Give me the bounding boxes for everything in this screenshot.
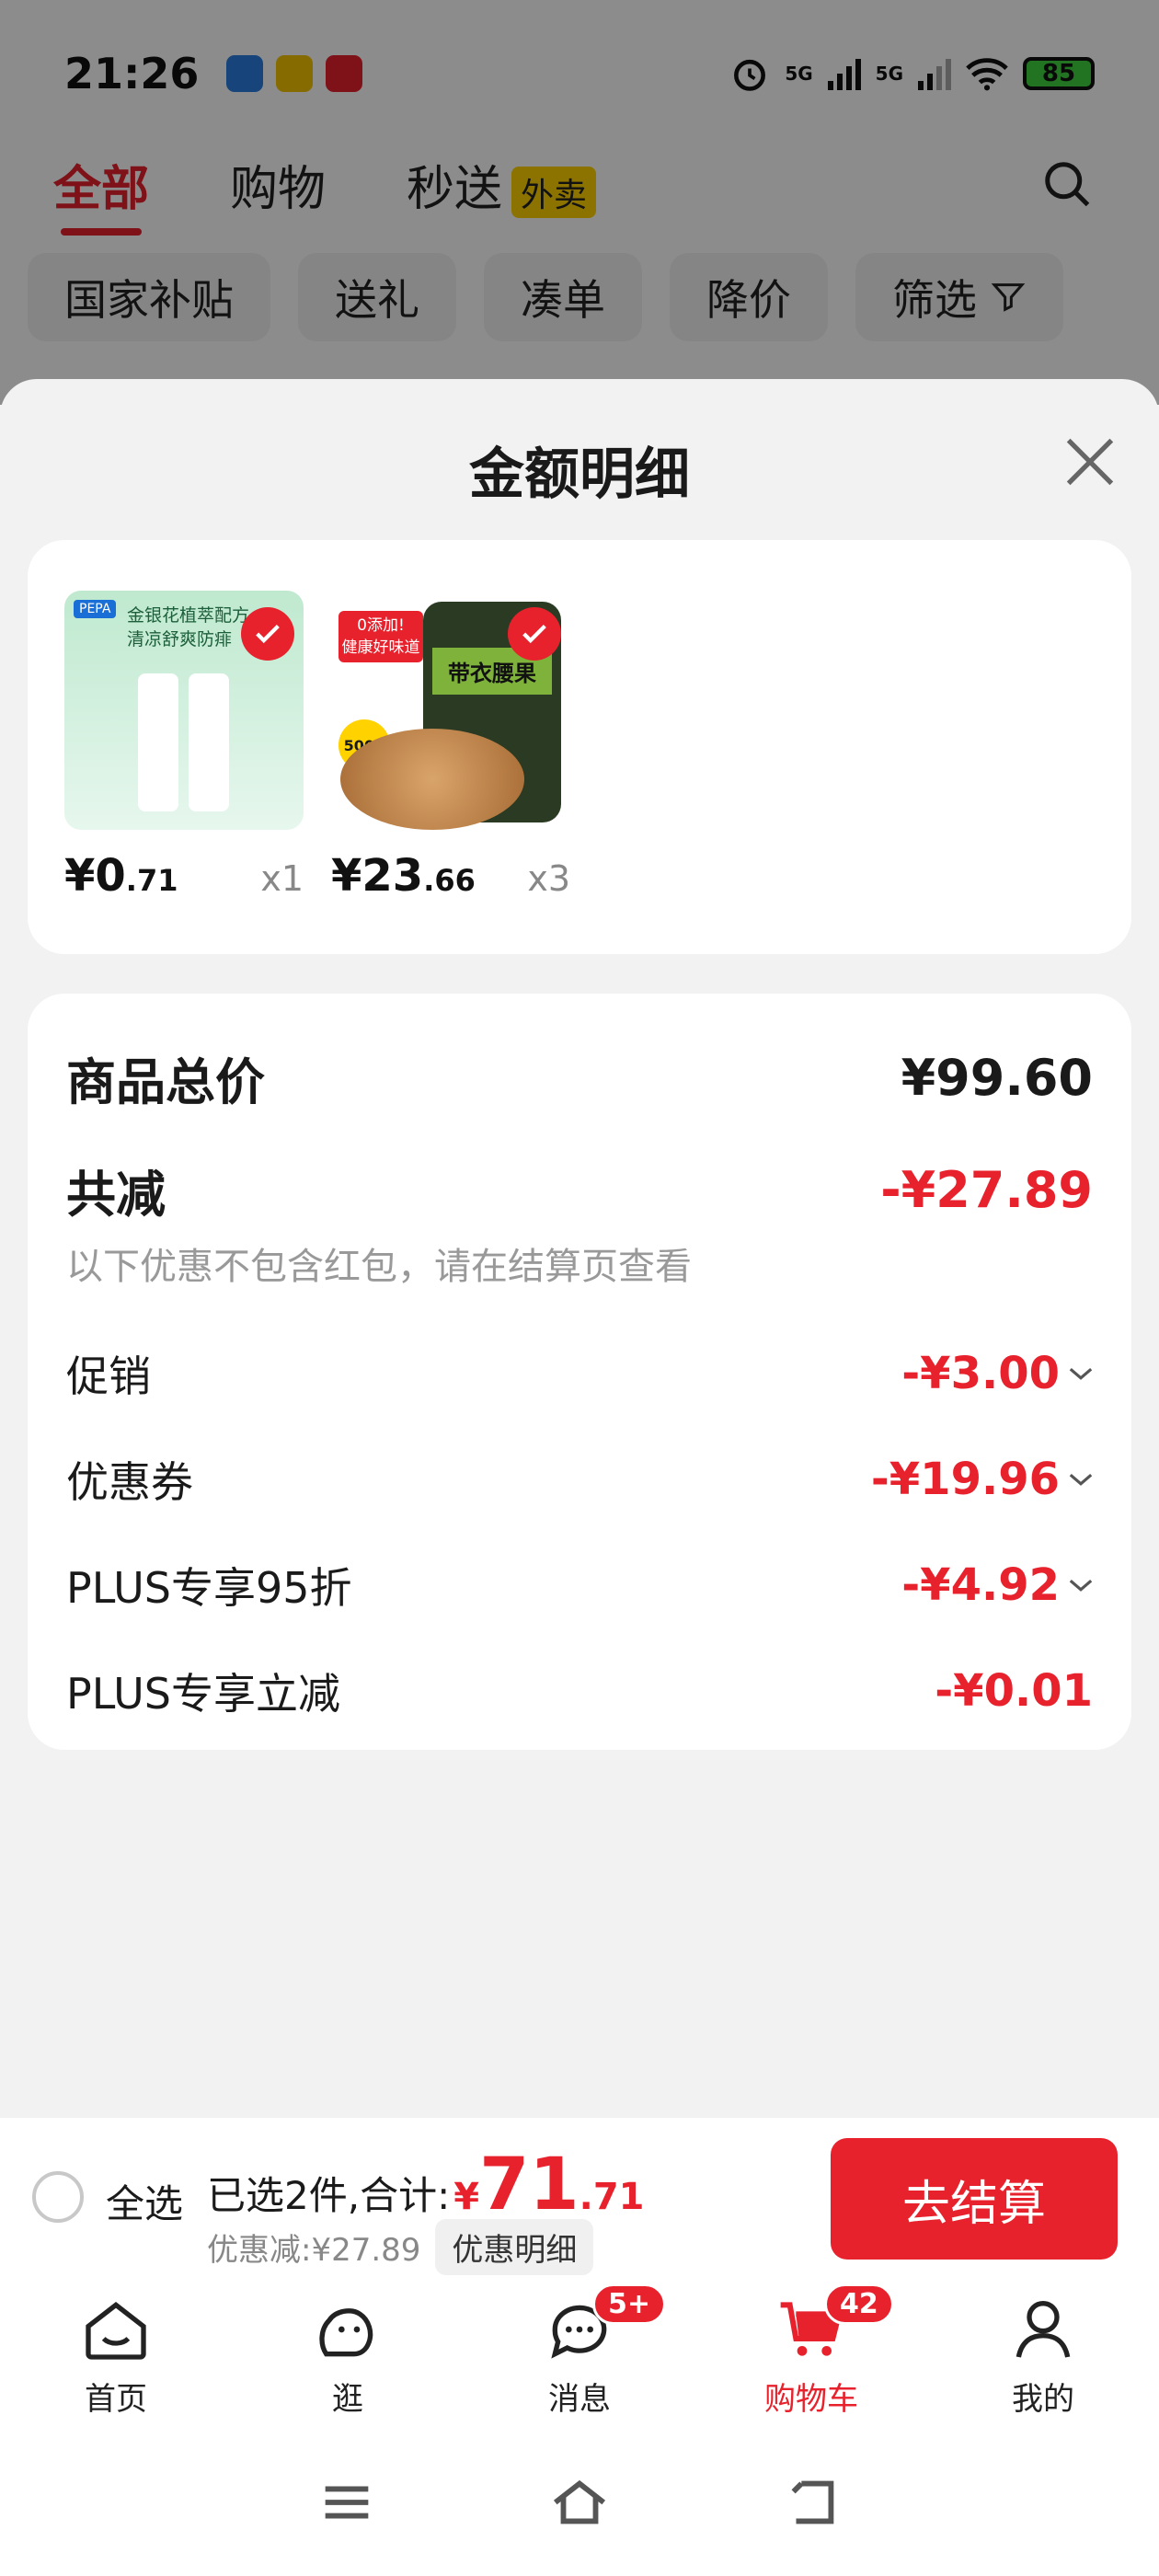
- tab-browse[interactable]: 逛: [232, 2282, 464, 2429]
- back-icon[interactable]: [780, 2470, 844, 2535]
- system-nav-bar: [0, 2429, 1159, 2576]
- product-item[interactable]: 0添加! 健康好味道 500g 带衣腰果 ¥23.66 x3: [331, 591, 570, 902]
- product-price-row: ¥0.71 x1: [64, 850, 304, 902]
- menu-icon[interactable]: [315, 2470, 379, 2535]
- tab-label: 我的: [1012, 2381, 1074, 2418]
- discount-label: PLUS专享95折: [66, 1563, 352, 1613]
- reduce-row: 共减 -¥27.89: [66, 1154, 1093, 1226]
- discount-row-coupon[interactable]: 优惠券 -¥19.96: [66, 1449, 1093, 1510]
- bottom-tab-bar: 首页 逛 消息 5+ 购物车 42 我的: [0, 2282, 1159, 2429]
- product-image-text-line: 健康好味道: [341, 638, 420, 657]
- discount-label: PLUS专享立减: [66, 1669, 340, 1719]
- discount-amount: -¥3.00: [901, 1348, 1060, 1399]
- product-quantity: x1: [260, 858, 304, 899]
- price-integer: ¥0: [64, 850, 126, 902]
- discount-value: -¥19.96: [871, 1454, 1093, 1505]
- checkout-button[interactable]: 去结算: [831, 2138, 1118, 2260]
- product-image: 0添加! 健康好味道 500g 带衣腰果: [331, 591, 570, 830]
- browse-icon: [319, 2308, 373, 2357]
- tab-messages[interactable]: 消息 5+: [464, 2282, 695, 2429]
- total-label: 商品总价: [66, 1053, 265, 1111]
- sheet-title: 金额明细: [469, 443, 690, 507]
- tab-label: 首页: [85, 2381, 147, 2418]
- discount-amount: -¥0.01: [935, 1665, 1093, 1717]
- product-image-text: 金银花植萃配方 清凉舒爽防痱: [127, 604, 249, 651]
- total-value: ¥99.60: [901, 1049, 1093, 1107]
- reduce-label: 共减: [66, 1166, 166, 1224]
- tab-home[interactable]: 首页: [0, 2282, 232, 2429]
- tab-label: 逛: [332, 2381, 363, 2418]
- tab-cart[interactable]: 购物车 42: [695, 2282, 927, 2429]
- product-image: PEPA 金银花植萃配方 清凉舒爽防痱: [64, 591, 304, 830]
- select-all-radio[interactable]: [32, 2171, 84, 2223]
- cashew-pile: [340, 729, 524, 830]
- home-icon: [86, 2301, 146, 2360]
- product-item[interactable]: PEPA 金银花植萃配方 清凉舒爽防痱 ¥0.71 x1: [64, 591, 304, 902]
- product-image-text-line: 0添加!: [357, 616, 405, 635]
- product-tube: [189, 673, 229, 811]
- discount-detail-button[interactable]: 优惠明细: [435, 2219, 594, 2275]
- selected-check-icon: [241, 607, 294, 661]
- tab-profile[interactable]: 我的: [927, 2282, 1159, 2429]
- price-decimal: .66: [423, 863, 476, 898]
- chevron-down-icon: [1069, 1367, 1093, 1380]
- chevron-down-icon: [1069, 1579, 1093, 1592]
- product-tube: [138, 673, 178, 811]
- discount-row-promotion[interactable]: 促销 -¥3.00: [66, 1343, 1093, 1404]
- discount-label: 促销: [66, 1351, 151, 1401]
- product-price: ¥0.71: [64, 850, 178, 902]
- discount-amount: -¥19.96: [870, 1454, 1060, 1505]
- product-price: ¥23.66: [331, 850, 476, 902]
- selected-check-icon: [508, 607, 561, 661]
- discount-value: -¥4.92: [901, 1559, 1093, 1611]
- total-row: 商品总价 ¥99.60: [66, 1041, 1093, 1114]
- brand-logo: PEPA: [74, 600, 117, 618]
- close-icon[interactable]: [1058, 430, 1122, 494]
- message-badge: 5+: [592, 2283, 667, 2325]
- discount-amount: -¥4.92: [901, 1559, 1060, 1611]
- product-price-row: ¥23.66 x3: [331, 850, 570, 902]
- reduce-value: -¥27.89: [880, 1161, 1093, 1219]
- modal-overlay[interactable]: [0, 0, 1159, 405]
- price-integer: ¥23: [331, 850, 424, 902]
- tab-label: 消息: [548, 2381, 611, 2418]
- checkout-bar: 全选 已选2件,合计: ¥ 71 .71 优惠减:¥27.89 优惠明细 去结算: [0, 2118, 1159, 2282]
- price-decimal: .71: [125, 863, 178, 898]
- product-quantity: x3: [527, 858, 570, 899]
- product-image-text-line: 金银花植萃配方: [127, 605, 250, 626]
- discount-label: 优惠券: [66, 1457, 193, 1507]
- total-decimal: .71: [579, 2176, 645, 2218]
- home-nav-icon[interactable]: [547, 2470, 612, 2535]
- cart-badge: 42: [824, 2283, 894, 2325]
- discount-row-plus-95[interactable]: PLUS专享95折 -¥4.92: [66, 1555, 1093, 1616]
- selected-count-text: 已选2件,合计:: [207, 2173, 451, 2218]
- product-card: PEPA 金银花植萃配方 清凉舒爽防痱 ¥0.71 x1 0添加! 健康好味道: [28, 540, 1131, 954]
- checkout-total: 已选2件,合计: ¥ 71 .71: [207, 2144, 644, 2226]
- amount-detail-sheet: 金额明细 PEPA 金银花植萃配方 清凉舒爽防痱 ¥0.71 x1 0添加! 健…: [0, 379, 1159, 2118]
- discount-value: -¥0.01: [935, 1665, 1093, 1717]
- discount-value: -¥3.00: [901, 1348, 1093, 1399]
- profile-icon: [1016, 2301, 1071, 2358]
- product-image-text-line: 清凉舒爽防痱: [127, 629, 233, 650]
- discount-row-plus-instant: PLUS专享立减 -¥0.01: [66, 1661, 1093, 1721]
- product-image-text: 0添加! 健康好味道: [339, 611, 423, 662]
- total-integer: 71: [479, 2144, 580, 2226]
- checkout-discount: 优惠减:¥27.89 优惠明细: [207, 2219, 594, 2275]
- summary-card: 商品总价 ¥99.60 共减 -¥27.89 以下优惠不包含红包，请在结算页查看…: [28, 994, 1131, 1750]
- tab-label: 购物车: [764, 2381, 858, 2418]
- total-currency: ¥: [453, 2176, 480, 2218]
- select-all-label[interactable]: 全选: [106, 2173, 183, 2229]
- discount-summary: 优惠减:¥27.89: [207, 2232, 421, 2269]
- chevron-down-icon: [1069, 1473, 1093, 1486]
- discount-note: 以下优惠不包含红包，请在结算页查看: [66, 1246, 692, 1288]
